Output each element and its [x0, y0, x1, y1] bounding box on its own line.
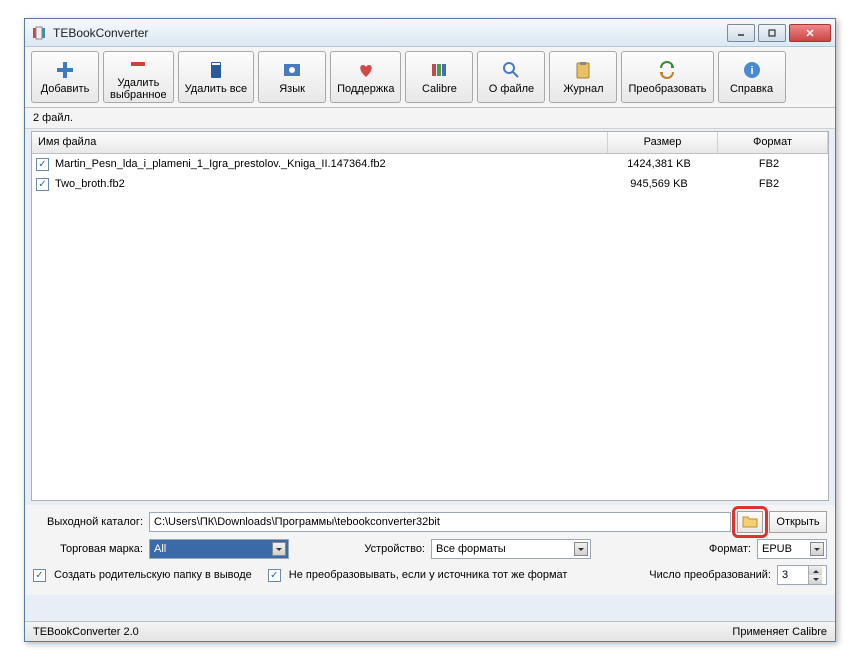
remove-selected-button[interactable]: Удалить выбранное — [103, 51, 174, 103]
bottom-panel: Выходной каталог: Открыть Торговая марка… — [25, 505, 835, 595]
heart-icon — [356, 60, 376, 80]
spin-up-icon[interactable] — [808, 566, 822, 575]
language-button[interactable]: Язык — [258, 51, 326, 103]
about-file-button[interactable]: О файле — [477, 51, 545, 103]
file-format: FB2 — [714, 158, 824, 170]
output-dir-label: Выходной каталог: — [33, 516, 143, 528]
conv-count-label: Число преобразований: — [649, 569, 771, 581]
file-name: Two_broth.fb2 — [53, 178, 604, 190]
support-button[interactable]: Поддержка — [330, 51, 401, 103]
col-size[interactable]: Размер — [608, 132, 718, 153]
table-row[interactable]: Martin_Pesn_lda_i_plameni_1_Igra_prestol… — [32, 154, 828, 174]
calibre-button[interactable]: Calibre — [405, 51, 473, 103]
row-checkbox[interactable] — [36, 158, 49, 171]
status-left: TEBookConverter 2.0 — [33, 626, 139, 638]
device-label: Устройство: — [325, 543, 425, 555]
clipboard-icon — [573, 60, 593, 80]
brand-select[interactable]: All — [149, 539, 289, 559]
open-button[interactable]: Открыть — [769, 511, 827, 533]
svg-text:i: i — [750, 65, 753, 77]
chevron-down-icon — [574, 542, 588, 556]
flag-icon — [282, 60, 302, 80]
minimize-button[interactable] — [727, 24, 755, 42]
plus-icon — [55, 60, 75, 80]
magnifier-icon — [501, 60, 521, 80]
table-header: Имя файла Размер Формат — [32, 132, 828, 154]
remove-all-button[interactable]: Удалить все — [178, 51, 254, 103]
books-icon — [429, 60, 449, 80]
file-size: 1424,381 KB — [604, 158, 714, 170]
format-select[interactable]: EPUB — [757, 539, 827, 559]
skip-same-format-checkbox[interactable]: Не преобразовывать, если у источника тот… — [268, 569, 568, 582]
close-button[interactable] — [789, 24, 831, 42]
file-format: FB2 — [714, 178, 824, 190]
device-select[interactable]: Все форматы — [431, 539, 591, 559]
format-label: Формат: — [709, 543, 751, 555]
toolbar: Добавить Удалить выбранное Удалить все Я… — [25, 47, 835, 108]
brand-label: Торговая марка: — [33, 543, 143, 555]
col-name[interactable]: Имя файла — [32, 132, 608, 153]
checkbox-icon — [268, 569, 281, 582]
browse-button[interactable] — [737, 511, 763, 533]
folder-icon — [742, 514, 758, 531]
convert-button[interactable]: Преобразовать — [621, 51, 713, 103]
window-title: TEBookConverter — [53, 26, 727, 40]
help-button[interactable]: i Справка — [718, 51, 786, 103]
info-icon: i — [742, 60, 762, 80]
convert-icon — [657, 60, 677, 80]
file-table: Имя файла Размер Формат Martin_Pesn_lda_… — [31, 131, 829, 501]
statusbar: TEBookConverter 2.0 Применяет Calibre — [25, 621, 835, 641]
conv-count-input[interactable] — [778, 569, 808, 581]
create-parent-checkbox[interactable]: Создать родительскую папку в выводе — [33, 569, 252, 582]
spin-down-icon[interactable] — [808, 575, 822, 584]
table-row[interactable]: Two_broth.fb2945,569 KBFB2 — [32, 174, 828, 194]
status-right: Применяет Calibre — [732, 626, 827, 638]
add-button[interactable]: Добавить — [31, 51, 99, 103]
checkbox-icon — [33, 569, 46, 582]
chevron-down-icon — [810, 542, 824, 556]
chevron-down-icon — [272, 542, 286, 556]
book-icon — [206, 60, 226, 80]
journal-button[interactable]: Журнал — [549, 51, 617, 103]
titlebar: TEBookConverter — [25, 19, 835, 47]
app-icon — [31, 25, 47, 41]
row-checkbox[interactable] — [36, 178, 49, 191]
maximize-button[interactable] — [758, 24, 786, 42]
output-dir-input[interactable] — [149, 512, 731, 532]
minus-icon — [128, 54, 148, 74]
col-format[interactable]: Формат — [718, 132, 828, 153]
file-name: Martin_Pesn_lda_i_plameni_1_Igra_prestol… — [53, 158, 604, 170]
conv-count-stepper[interactable] — [777, 565, 827, 585]
file-count-label: 2 файл. — [25, 108, 835, 129]
file-size: 945,569 KB — [604, 178, 714, 190]
